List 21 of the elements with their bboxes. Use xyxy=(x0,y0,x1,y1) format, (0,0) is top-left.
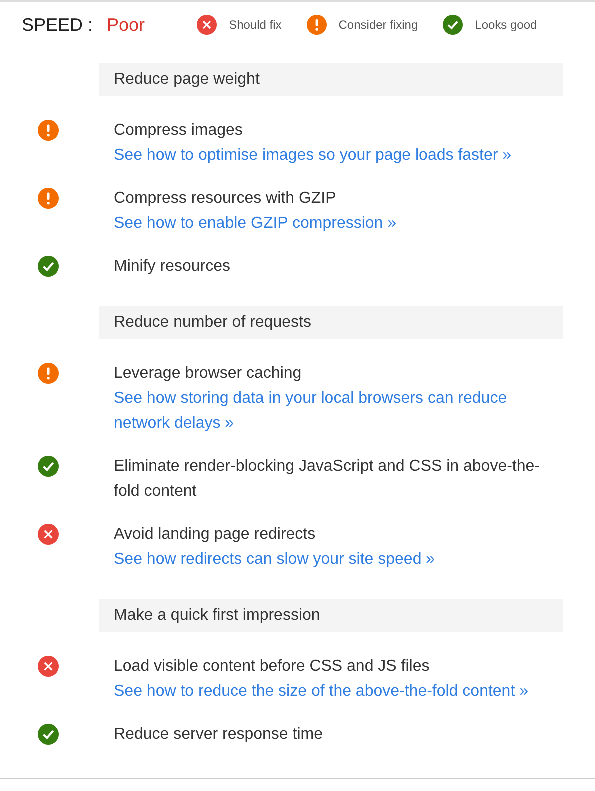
rule-title: Minify resources xyxy=(114,257,232,277)
section-header: Reduce page weight xyxy=(99,63,563,96)
help-link[interactable]: See how storing data in your local browsers can reduce network delays » xyxy=(114,386,554,436)
rule-title: Load visible content before CSS and JS files xyxy=(114,657,431,677)
section-header: Reduce number of requests xyxy=(99,306,563,339)
help-link[interactable]: See how to reduce the size of the above-the-fold content » xyxy=(114,679,528,704)
help-link[interactable]: See how redirects can slow your site speed » xyxy=(114,547,436,572)
speed-label: SPEED : xyxy=(22,14,94,36)
legend-label: Should fix xyxy=(229,18,282,32)
rule-title: Leverage browser caching xyxy=(114,364,303,384)
rule-title: Compress images xyxy=(114,121,244,141)
help-link[interactable]: See how to optimise images so your page loads faster » xyxy=(114,143,512,168)
help-link[interactable]: See how to enable GZIP compression » xyxy=(114,211,397,236)
speed-rating: Poor xyxy=(107,14,146,36)
rule-title: Eliminate render-blocking JavaScript and CSS in above-the-fold content xyxy=(114,457,541,502)
section-header: Make a quick first impression xyxy=(99,599,563,632)
legend-label: Consider fixing xyxy=(338,18,418,32)
rule-title: Compress resources with GZIP xyxy=(114,189,338,209)
legend-label: Looks good xyxy=(475,18,538,32)
rule-title: Avoid landing page redirects xyxy=(114,525,317,545)
rule-title: Reduce server response time xyxy=(114,725,324,745)
